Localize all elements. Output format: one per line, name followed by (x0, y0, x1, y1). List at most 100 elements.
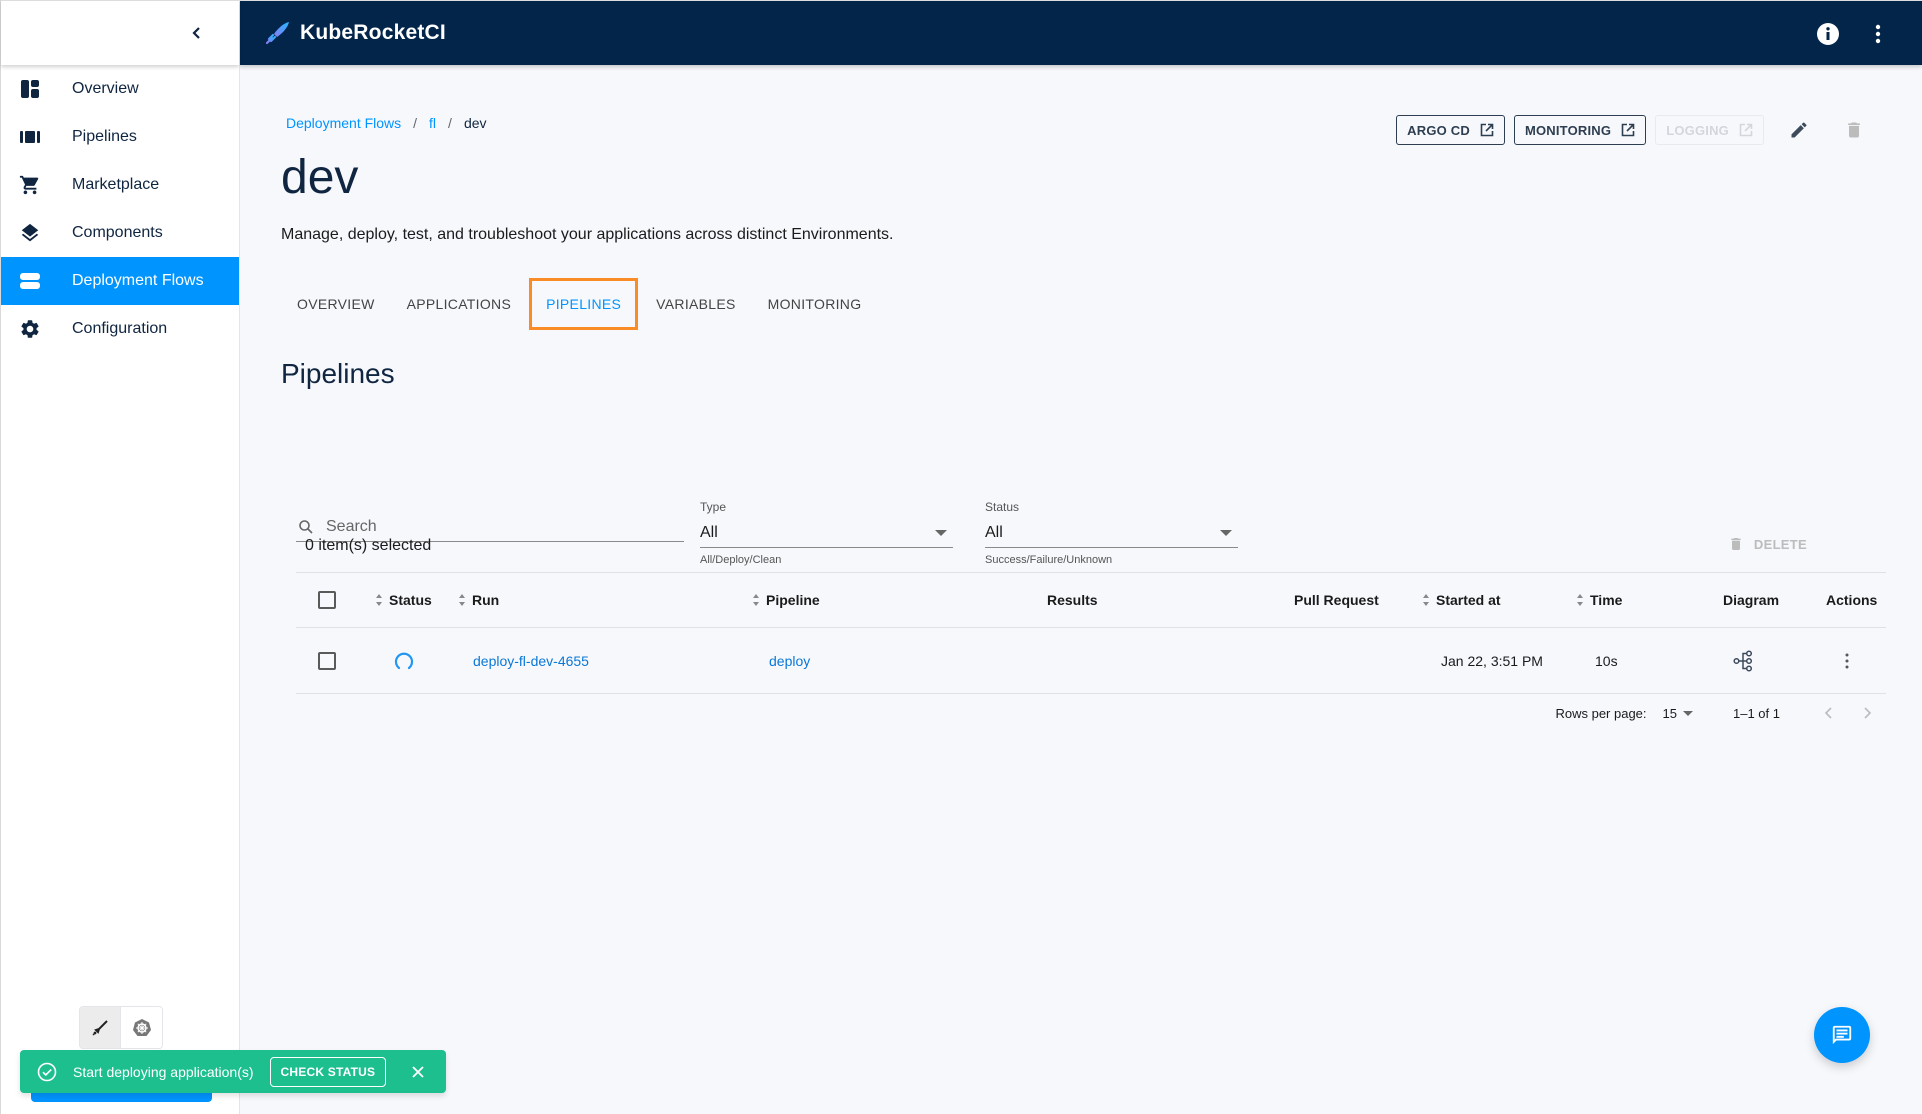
rows-per-page-select[interactable]: 15 (1663, 706, 1693, 721)
check-status-button[interactable]: CHECK STATUS (269, 1056, 387, 1087)
search-input[interactable] (326, 517, 666, 536)
bulk-delete-button[interactable]: DELETE (1728, 535, 1807, 553)
chevron-right-icon (1864, 707, 1872, 719)
rows-per-page-value: 15 (1662, 705, 1677, 721)
info-icon (1817, 22, 1839, 45)
sidebar-item-deployment-flows[interactable]: Deployment Flows (1, 257, 239, 305)
monitoring-button[interactable]: MONITORING (1513, 115, 1647, 145)
select-all-cell (318, 591, 336, 609)
check-circle-icon (37, 1062, 57, 1081)
pagination: Rows per page: 15 1–1 of 1 (1555, 698, 1886, 728)
rocket-icon (92, 1019, 108, 1036)
dashboard-icon (19, 78, 41, 100)
pencil-icon (1791, 122, 1807, 138)
collapse-sidebar-button[interactable] (185, 21, 209, 45)
sort-icon (1576, 593, 1584, 607)
chevron-left-icon (192, 27, 200, 39)
header-actions: ARGO CD MONITORING LOGGING (1396, 110, 1874, 150)
sort-icon (458, 593, 466, 607)
page-title: dev (281, 151, 359, 204)
layers-icon (19, 222, 41, 244)
column-label: Time (1590, 592, 1623, 608)
kubernetes-icon (132, 1018, 151, 1036)
sidebar-item-pipelines[interactable]: Pipelines (1, 113, 239, 161)
sort-icon (752, 593, 760, 607)
pipelines-icon (19, 126, 41, 148)
type-filter-label: Type (700, 500, 727, 514)
monitoring-label: MONITORING (1524, 122, 1612, 138)
toast-message: Start deploying application(s) (73, 1063, 254, 1080)
sidebar-item-overview[interactable]: Overview (1, 65, 239, 113)
column-label: Diagram (1723, 592, 1780, 608)
breadcrumb-separator: / (448, 115, 452, 131)
gear-icon (19, 318, 41, 340)
theme-toggle-group (79, 1006, 163, 1049)
toast-close-button[interactable] (408, 1062, 428, 1082)
edit-button[interactable] (1779, 110, 1819, 150)
tab-pipelines[interactable]: PIPELINES (529, 278, 639, 330)
chat-fab-button[interactable] (1814, 1007, 1870, 1063)
row-actions-button[interactable] (1845, 653, 1849, 669)
argo-cd-button[interactable]: ARGO CD (1396, 115, 1505, 145)
column-started-at[interactable]: Started at (1422, 592, 1501, 608)
row-checkbox[interactable] (318, 651, 336, 670)
logging-button[interactable]: LOGGING (1655, 115, 1764, 145)
type-select[interactable]: All (700, 518, 953, 548)
sidebar-item-label: Deployment Flows (72, 272, 204, 289)
rows-per-page-label: Rows per page: (1555, 705, 1647, 721)
top-bar: KubeRocketCI (240, 0, 1922, 65)
selected-count: 0 item(s) selected (305, 537, 432, 554)
column-label: Started at (1436, 592, 1501, 608)
tab-variables[interactable]: VARIABLES (640, 278, 751, 330)
column-status[interactable]: Status (375, 592, 432, 608)
sidebar-item-components[interactable]: Components (1, 209, 239, 257)
sidebar-nav: Overview Pipelines Marketplace Component… (1, 65, 239, 353)
started-at-cell: Jan 22, 3:51 PM (1441, 652, 1543, 669)
dropdown-arrow-icon (1220, 529, 1232, 536)
tab-monitoring[interactable]: MONITORING (752, 278, 878, 330)
running-status-icon (394, 652, 414, 669)
breadcrumb-flow[interactable]: fl (429, 115, 436, 131)
more-menu-button[interactable] (1864, 20, 1892, 48)
breadcrumb-deployment-flows[interactable]: Deployment Flows (286, 115, 401, 131)
sidebar-item-configuration[interactable]: Configuration (1, 305, 239, 353)
chat-icon (1832, 1025, 1852, 1045)
status-filter-label: Status (985, 500, 1020, 514)
status-select[interactable]: All (985, 518, 1238, 548)
sidebar-header (1, 0, 239, 65)
select-all-checkbox[interactable] (318, 591, 336, 609)
external-link-icon (1480, 123, 1494, 137)
previous-page-button[interactable] (1810, 698, 1848, 728)
page-range: 1–1 of 1 (1733, 705, 1780, 721)
table-header-row: Status Run Pipeline Results Pull Request… (296, 572, 1886, 628)
tab-overview[interactable]: OVERVIEW (281, 278, 391, 330)
dropdown-arrow-icon (935, 529, 947, 536)
tab-applications[interactable]: APPLICATIONS (391, 278, 527, 330)
sidebar-item-marketplace[interactable]: Marketplace (1, 161, 239, 209)
sidebar-item-label: Marketplace (72, 176, 160, 193)
status-filter: Status All Success/Failure/Unknown (985, 490, 1238, 566)
sidebar-item-label: Configuration (72, 320, 168, 337)
column-pipeline[interactable]: Pipeline (752, 592, 820, 608)
section-title: Pipelines (281, 358, 395, 389)
next-page-button[interactable] (1848, 698, 1886, 728)
column-actions: Actions (1826, 592, 1877, 608)
kubernetes-mode-toggle[interactable] (121, 1007, 162, 1048)
success-toast: Start deploying application(s) CHECK STA… (20, 1050, 446, 1093)
run-link[interactable]: deploy-fl-dev-4655 (473, 653, 589, 669)
column-diagram: Diagram (1723, 592, 1779, 608)
delete-flow-button[interactable] (1834, 110, 1874, 150)
more-vertical-icon (1845, 653, 1849, 668)
diagram-button[interactable] (1733, 649, 1755, 672)
column-pull-request: Pull Request (1294, 592, 1379, 608)
time-cell: 10s (1595, 652, 1618, 669)
column-run[interactable]: Run (458, 592, 499, 608)
kuberocketci-mode-toggle[interactable] (80, 1007, 121, 1048)
main-content: Deployment Flows / fl / dev ARGO CD MONI… (241, 65, 1922, 1114)
pipeline-link[interactable]: deploy (769, 653, 810, 669)
info-button[interactable] (1814, 20, 1842, 48)
logging-label: LOGGING (1666, 122, 1729, 138)
breadcrumb-separator: / (413, 115, 418, 131)
column-time[interactable]: Time (1576, 592, 1622, 608)
sidebar-item-label: Components (72, 224, 163, 241)
